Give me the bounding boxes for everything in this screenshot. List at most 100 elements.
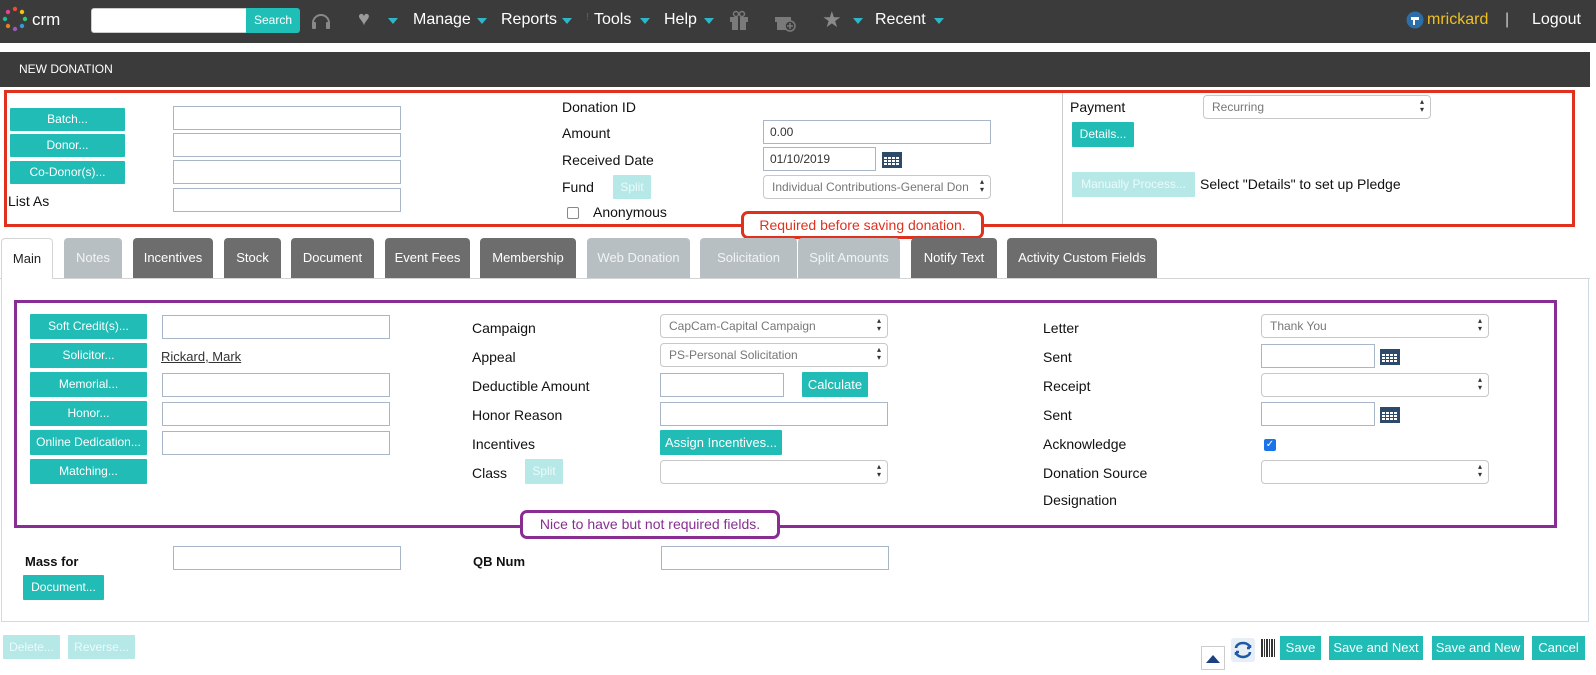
menu-reports[interactable]: Reports <box>501 11 557 29</box>
star-chevron-down-icon[interactable] <box>853 18 863 24</box>
class-select[interactable] <box>660 460 888 484</box>
fund-select[interactable]: Individual Contributions-General Don <box>763 175 991 199</box>
soft-credit-field[interactable] <box>162 315 390 339</box>
add-gift-icon[interactable] <box>773 9 797 33</box>
triangle-up-icon <box>1206 655 1220 663</box>
search-button[interactable]: Search <box>246 8 300 33</box>
amount-field[interactable]: 0.00 <box>763 120 991 144</box>
acknowledge-checkbox[interactable]: ✓ <box>1264 439 1276 451</box>
codonor-field[interactable] <box>173 160 401 184</box>
assign-incentives-button[interactable]: Assign Incentives... <box>660 430 782 455</box>
donor-button[interactable]: Donor... <box>10 134 125 157</box>
memorial-field[interactable] <box>162 373 390 397</box>
honor-reason-field[interactable] <box>660 402 888 426</box>
letter-select[interactable]: Thank You <box>1261 314 1489 338</box>
star-icon[interactable]: ★ <box>822 7 842 33</box>
honor-field[interactable] <box>162 402 390 426</box>
heart-icon[interactable]: ♥ <box>358 8 370 31</box>
fund-split-button[interactable]: Split <box>613 175 651 199</box>
tab-membership[interactable]: Membership <box>480 238 576 278</box>
memorial-button[interactable]: Memorial... <box>30 372 147 397</box>
save-and-next-button[interactable]: Save and Next <box>1329 636 1423 660</box>
menu-tools[interactable]: Tools <box>594 11 631 29</box>
receipt-sent-date-field[interactable] <box>1261 402 1375 426</box>
qb-num-field[interactable] <box>661 546 889 570</box>
tab-incentives[interactable]: Incentives <box>133 238 213 278</box>
receipt-label: Receipt <box>1043 378 1091 394</box>
headset-icon[interactable] <box>310 10 332 32</box>
anonymous-checkbox[interactable] <box>567 207 579 219</box>
received-date-calendar-icon[interactable] <box>882 150 902 168</box>
logout-link[interactable]: Logout <box>1532 11 1581 29</box>
qb-num-label: QB Num <box>473 554 525 569</box>
batch-field[interactable] <box>173 106 401 130</box>
tab-notes[interactable]: Notes <box>64 238 122 278</box>
barcode-icon[interactable] <box>1261 639 1275 657</box>
donation-source-label: Donation Source <box>1043 465 1148 481</box>
document-button[interactable]: Document... <box>23 575 104 600</box>
user-link[interactable]: mrickard <box>1427 11 1488 29</box>
tab-notify-text[interactable]: Notify Text <box>911 238 997 278</box>
deductible-amount-field[interactable] <box>660 373 784 397</box>
menu-recent[interactable]: Recent <box>875 11 926 29</box>
delete-button[interactable]: Delete... <box>3 635 60 659</box>
search-input[interactable] <box>91 8 247 33</box>
calculate-button[interactable]: Calculate <box>802 372 868 397</box>
cancel-button[interactable]: Cancel <box>1532 636 1585 660</box>
menu-manage[interactable]: Manage <box>413 11 471 29</box>
tab-stock[interactable]: Stock <box>224 238 281 278</box>
reverse-button[interactable]: Reverse... <box>68 635 135 659</box>
list-as-field[interactable] <box>173 188 401 212</box>
codonor-button[interactable]: Co-Donor(s)... <box>10 161 125 184</box>
class-split-button[interactable]: Split <box>525 459 563 484</box>
reports-chevron-down-icon[interactable] <box>562 18 572 24</box>
fund-label: Fund <box>562 179 594 195</box>
save-button[interactable]: Save <box>1280 636 1321 660</box>
receipt-select[interactable] <box>1261 373 1489 397</box>
crm-logo-text[interactable]: crm <box>32 10 60 30</box>
save-and-new-button[interactable]: Save and New <box>1432 636 1524 660</box>
appeal-select[interactable]: PS-Personal Solicitation <box>660 343 888 367</box>
recent-chevron-down-icon[interactable] <box>934 18 944 24</box>
details-button[interactable]: Details... <box>1072 122 1134 147</box>
menu-help[interactable]: Help <box>664 11 697 29</box>
manage-chevron-down-icon[interactable] <box>477 18 487 24</box>
honor-button[interactable]: Honor... <box>30 401 147 426</box>
solicitor-link[interactable]: Rickard, Mark <box>161 349 241 364</box>
received-date-field[interactable]: 01/10/2019 <box>763 147 876 171</box>
tab-main[interactable]: Main <box>1 238 53 279</box>
solicitor-button[interactable]: Solicitor... <box>30 343 147 368</box>
help-chevron-down-icon[interactable] <box>704 18 714 24</box>
letter-label: Letter <box>1043 320 1079 336</box>
matching-button[interactable]: Matching... <box>30 459 147 484</box>
letter-sent-date-field[interactable] <box>1261 344 1375 368</box>
tab-split-amounts[interactable]: Split Amounts <box>798 238 900 278</box>
favorites-chevron-down-icon[interactable] <box>388 18 398 24</box>
tab-solicitation[interactable]: Solicitation <box>700 238 797 278</box>
online-dedication-field[interactable] <box>162 431 390 455</box>
receipt-sent-calendar-icon[interactable] <box>1380 405 1400 423</box>
batch-button[interactable]: Batch... <box>10 108 125 131</box>
optional-note-callout: Nice to have but not required fields. <box>520 510 780 539</box>
tab-event-fees[interactable]: Event Fees <box>385 238 470 278</box>
soft-credit-button[interactable]: Soft Credit(s)... <box>30 314 147 339</box>
gift-icon[interactable] <box>728 9 750 31</box>
tab-web-donation[interactable]: Web Donation <box>587 238 690 278</box>
top-navigation-bar: crm Search ♥ Manage Reports ! Tools Help… <box>0 0 1596 43</box>
donation-source-select[interactable] <box>1261 460 1489 484</box>
manually-process-button[interactable]: Manually Process... <box>1072 172 1195 197</box>
user-avatar-icon[interactable] <box>1406 11 1424 29</box>
refresh-icon[interactable] <box>1231 638 1255 662</box>
donor-field[interactable] <box>173 133 401 157</box>
tab-document[interactable]: Document <box>291 238 374 278</box>
campaign-select[interactable]: CapCam-Capital Campaign <box>660 314 888 338</box>
letter-sent-calendar-icon[interactable] <box>1380 347 1400 365</box>
online-dedication-button[interactable]: Online Dedication... <box>30 430 147 455</box>
section-divider <box>1062 93 1063 224</box>
payment-select[interactable]: Recurring <box>1203 95 1431 119</box>
tools-chevron-down-icon[interactable] <box>640 18 650 24</box>
mass-for-field[interactable] <box>173 546 401 570</box>
scroll-to-top-button[interactable] <box>1201 646 1225 670</box>
tab-activity-custom-fields[interactable]: Activity Custom Fields <box>1007 238 1157 278</box>
mass-for-label: Mass for <box>25 554 79 569</box>
